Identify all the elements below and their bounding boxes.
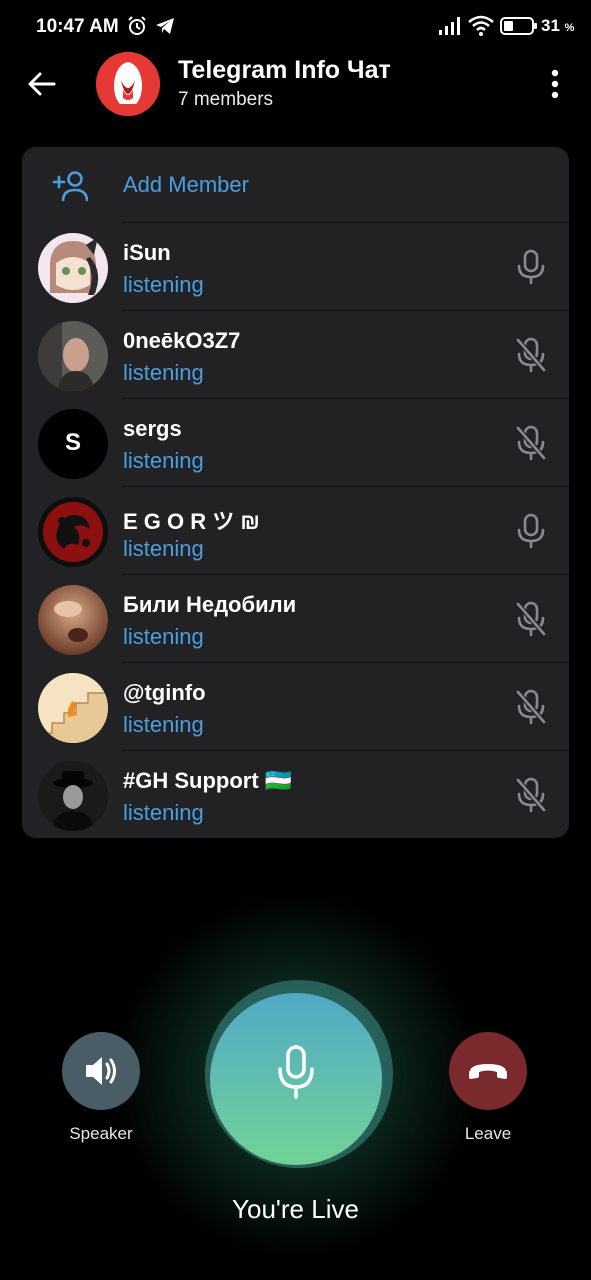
group-logo-icon <box>96 52 160 116</box>
participant-avatar <box>38 761 108 831</box>
leave-button[interactable] <box>449 1032 527 1110</box>
add-member-label: Add Member <box>123 172 249 197</box>
telegram-icon <box>156 18 174 34</box>
status-bar: 10:47 AM 31 % <box>0 0 591 52</box>
mic-muted-icon[interactable] <box>515 425 547 461</box>
chat-title: Telegram Info Чат <box>178 56 391 84</box>
participant-name: Били Недобили <box>123 592 297 617</box>
participant-status: listening <box>123 360 204 385</box>
participant-avatar: S <box>38 409 108 479</box>
mic-icon[interactable] <box>515 249 547 285</box>
battery-icon <box>500 17 537 35</box>
avatar-initial: S <box>64 429 81 456</box>
mic-muted-icon[interactable] <box>515 689 547 725</box>
participant-status: listening <box>123 272 204 297</box>
participant-avatar <box>38 585 108 655</box>
battery-percent-sign: % <box>564 22 575 34</box>
battery-level: 31 % <box>541 16 574 36</box>
participant-avatar <box>38 321 108 391</box>
more-options-icon[interactable] <box>540 66 570 102</box>
mic-muted-icon[interactable] <box>515 601 547 637</box>
speaker-button[interactable] <box>62 1032 140 1110</box>
mute-toggle-button[interactable] <box>210 993 382 1165</box>
participant-name: @tginfo <box>123 680 206 705</box>
speaker-label: Speaker <box>69 1124 133 1143</box>
participant-name: E G O R ツ ₪ <box>123 509 260 534</box>
microphone-icon <box>278 1045 314 1099</box>
participant-row[interactable]: 0neēkO3Z7 listening <box>22 311 569 399</box>
participant-row[interactable]: E G O R ツ ₪ listening <box>22 487 569 575</box>
participant-name: sergs <box>123 416 182 441</box>
participant-row[interactable]: #GH Support 🇺🇿 listening <box>22 751 569 838</box>
participants-panel: Add Member iSun listening 0neēkO3Z7 list… <box>22 147 569 838</box>
wifi-icon <box>468 15 494 36</box>
mic-icon[interactable] <box>515 513 547 549</box>
participant-name: iSun <box>123 240 171 265</box>
participant-avatar <box>38 673 108 743</box>
live-status-label: You're Live <box>232 1194 359 1224</box>
signal-icon <box>439 17 460 35</box>
status-time: 10:47 AM <box>36 16 119 37</box>
participant-status: listening <box>123 624 204 649</box>
participant-row[interactable]: iSun listening <box>22 223 569 311</box>
hang-up-icon <box>469 1064 507 1079</box>
battery-percent: 31 <box>541 16 560 35</box>
mic-muted-icon[interactable] <box>515 777 547 813</box>
call-header: Telegram Info Чат 7 members <box>0 52 591 122</box>
participant-avatar <box>38 233 108 303</box>
alarm-icon <box>128 16 146 35</box>
leave-label: Leave <box>464 1124 512 1143</box>
participant-status: listening <box>123 448 204 473</box>
participant-status: listening <box>123 712 204 737</box>
participant-name: 0neēkO3Z7 <box>123 328 241 353</box>
participant-status: listening <box>123 536 204 561</box>
member-count: 7 members <box>178 89 274 110</box>
add-member-row[interactable]: Add Member <box>22 147 569 222</box>
group-avatar[interactable] <box>96 52 160 116</box>
participant-row[interactable]: Били Недобили listening <box>22 575 569 663</box>
participant-row[interactable]: @tginfo listening <box>22 663 569 751</box>
add-user-icon <box>52 171 88 202</box>
participant-row[interactable]: S sergs listening <box>22 399 569 487</box>
mic-muted-icon[interactable] <box>515 337 547 373</box>
back-arrow-icon[interactable] <box>24 66 60 102</box>
participant-status: listening <box>123 800 204 825</box>
speaker-icon <box>86 1057 116 1085</box>
participant-avatar <box>38 497 108 567</box>
participant-name: #GH Support 🇺🇿 <box>123 768 293 793</box>
